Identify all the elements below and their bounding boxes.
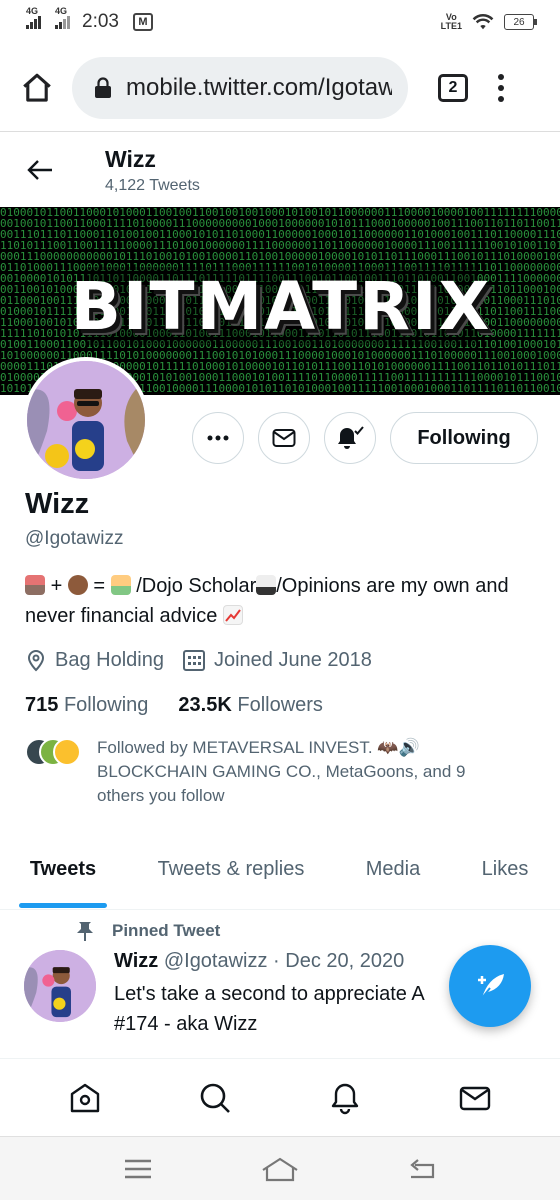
profile-top-bar: Wizz 4,122 Tweets <box>0 133 560 207</box>
notification-m-icon: M <box>132 13 153 31</box>
home-icon[interactable] <box>68 1081 102 1115</box>
profile-actions: Following <box>192 412 538 464</box>
browser-home-icon[interactable] <box>20 71 54 105</box>
notifications-toggle-button[interactable] <box>324 412 376 464</box>
banner-title: BITMATRIX <box>70 267 492 345</box>
followers-link[interactable]: 23.5K Followers <box>178 694 323 717</box>
status-bar: 4G 4G 2:03 M Vo LTE1 26 <box>0 0 560 44</box>
browser-toolbar: mobile.twitter.com/Igotawizz 2 <box>0 44 560 132</box>
system-navigation-bar <box>0 1136 560 1200</box>
followed-by[interactable]: Followed by METAVERSAL INVEST. 🦇🔊 BLOCKC… <box>25 736 545 808</box>
tab-switcher-button[interactable]: 2 <box>438 73 468 102</box>
signal-icon-2: 4G <box>55 6 70 29</box>
lock-icon <box>95 76 111 98</box>
more-options-button[interactable] <box>192 412 244 464</box>
wifi-icon <box>472 14 494 30</box>
pinned-label: Pinned Tweet <box>76 920 220 942</box>
volte-indicator: Vo LTE1 <box>440 12 462 31</box>
calendar-icon <box>182 650 205 671</box>
chart-increasing-emoji-icon <box>222 605 243 625</box>
tweet-text: Let's take a second to appreciate A #174… <box>114 983 425 1035</box>
bell-check-icon <box>338 426 364 449</box>
tab-media[interactable]: Media <box>336 838 450 900</box>
bottom-navigation <box>0 1058 560 1136</box>
follow-stats: 715 Following 23.5K Followers <box>25 694 323 717</box>
clock: 2:03 <box>82 11 119 32</box>
search-icon[interactable] <box>198 1081 232 1115</box>
tweet-header: Wizz @Igotawizz · Dec 20, 2020 <box>114 950 405 972</box>
location-icon <box>27 650 45 672</box>
person-emoji-icon <box>67 575 88 595</box>
tab-likes[interactable]: Likes <box>450 838 560 900</box>
address-bar[interactable]: mobile.twitter.com/Igotawizz <box>72 56 408 119</box>
tab-tweets-replies[interactable]: Tweets & replies <box>126 838 336 900</box>
mail-icon <box>272 429 296 447</box>
tweet-count: 4,122 Tweets <box>105 176 200 194</box>
martial-arts-emoji-icon <box>256 575 277 595</box>
avatar-illustration <box>27 361 145 479</box>
battery-icon: 26 <box>504 14 537 30</box>
notifications-icon[interactable] <box>328 1081 362 1115</box>
messages-icon[interactable] <box>458 1081 492 1115</box>
profile-handle: @Igotawizz <box>25 528 124 549</box>
profile-bio: + = /Dojo Scholar/Opinions are my own an… <box>25 575 509 627</box>
url-text: mobile.twitter.com/Igotawizz <box>126 73 392 101</box>
message-button[interactable] <box>258 412 310 464</box>
browser-menu-icon[interactable] <box>498 73 504 102</box>
tab-tweets[interactable]: Tweets <box>0 838 126 900</box>
back-button[interactable] <box>0 159 80 181</box>
header-name: Wizz <box>105 145 156 172</box>
avatar <box>53 738 81 766</box>
system-home-icon[interactable] <box>260 1156 300 1182</box>
followed-by-avatars <box>25 738 85 768</box>
following-button[interactable]: Following <box>390 412 538 464</box>
signal-icon: 4G <box>26 6 41 29</box>
house-emoji-icon <box>25 575 45 595</box>
profile-name: Wizz <box>25 488 90 520</box>
profile-meta: Bag Holding Joined June 2018 <box>25 648 390 672</box>
house-garden-emoji-icon <box>110 575 131 595</box>
system-back-icon[interactable] <box>407 1157 437 1181</box>
followed-by-text: Followed by METAVERSAL INVEST. 🦇🔊 BLOCKC… <box>97 738 466 805</box>
profile-tabs: Tweets Tweets & replies Media Likes <box>0 838 560 910</box>
back-arrow-icon <box>27 160 52 180</box>
avatar[interactable] <box>24 950 96 1022</box>
more-icon <box>207 435 229 441</box>
compose-tweet-button[interactable] <box>449 945 531 1027</box>
avatar[interactable] <box>23 357 149 483</box>
location: Bag Holding <box>25 648 164 672</box>
menu-icon[interactable] <box>123 1158 153 1180</box>
pin-icon <box>77 922 93 941</box>
join-date: Joined June 2018 <box>182 648 372 672</box>
compose-tweet-icon <box>478 974 504 999</box>
following-link[interactable]: 715 Following <box>25 694 148 717</box>
